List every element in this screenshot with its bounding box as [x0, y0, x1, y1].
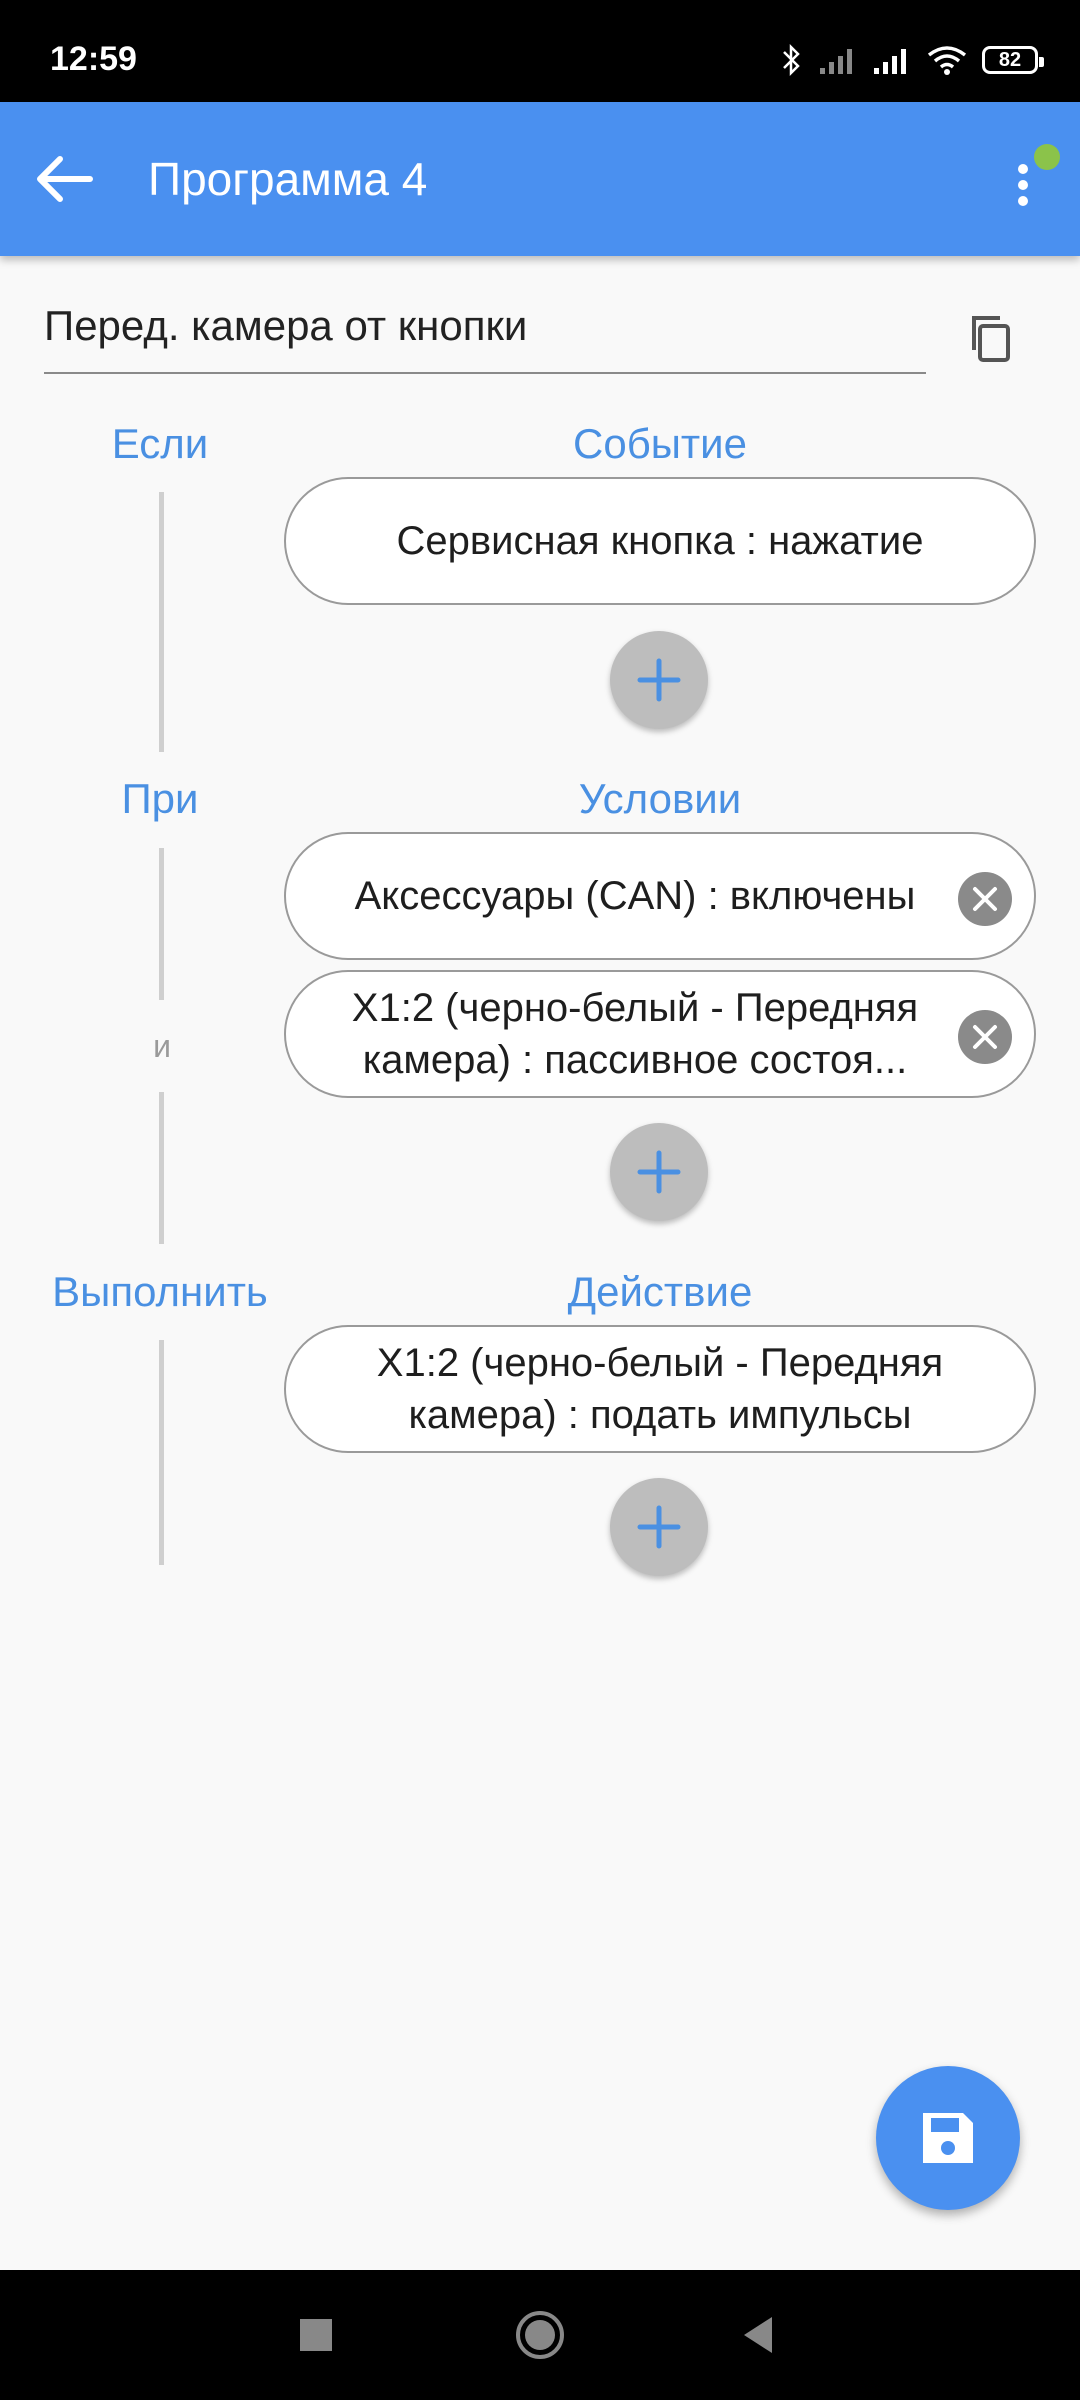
- if-divider: [159, 492, 164, 752]
- page-title: Программа 4: [148, 153, 428, 205]
- when-divider-top: [159, 848, 164, 1000]
- action-item-label: X1:2 (черно-белый - Передняя камера) : п…: [376, 1341, 944, 1437]
- save-icon: [923, 2113, 973, 2163]
- condition-item-label: Аксессуары (CAN) : включены: [354, 874, 916, 918]
- close-icon: [973, 1025, 997, 1049]
- event-item[interactable]: Сервисная кнопка : нажатие: [284, 477, 1036, 605]
- back-nav-button[interactable]: [730, 2305, 790, 2365]
- status-dot: [1034, 144, 1060, 170]
- add-condition-button[interactable]: [610, 1123, 708, 1221]
- program-name-input[interactable]: Перед. камера от кнопки: [44, 300, 926, 374]
- bluetooth-icon: [783, 43, 800, 77]
- save-button[interactable]: [876, 2066, 1020, 2210]
- remove-condition-button[interactable]: [958, 872, 1012, 926]
- remove-condition-button[interactable]: [958, 1010, 1012, 1064]
- plus-icon: [637, 1150, 681, 1194]
- navigation-bar: [0, 2270, 1080, 2400]
- wifi-icon: [927, 46, 967, 75]
- plus-icon: [637, 1505, 681, 1549]
- close-icon: [973, 887, 997, 911]
- action-label: Действие: [567, 1268, 753, 1315]
- app-bar: Программа 4: [0, 102, 1080, 256]
- plus-icon: [637, 658, 681, 702]
- arrow-back-icon: [37, 156, 93, 202]
- home-button[interactable]: [510, 2305, 570, 2365]
- do-divider: [159, 1340, 164, 1565]
- condition-item[interactable]: Аксессуары (CAN) : включены: [284, 832, 1036, 960]
- if-label: Если: [111, 420, 209, 467]
- event-label: Событие: [573, 420, 747, 467]
- status-icons: 82: [780, 40, 1044, 80]
- battery-icon: 82: [982, 46, 1044, 74]
- copy-button[interactable]: [964, 310, 1020, 366]
- square-icon: [300, 2319, 332, 2351]
- more-menu-button[interactable]: [990, 140, 1060, 220]
- signal-icon: [820, 49, 852, 74]
- battery-level: 82: [998, 48, 1022, 71]
- do-label: Выполнить: [52, 1268, 268, 1315]
- status-time: 12:59: [50, 40, 137, 78]
- and-label: и: [153, 1028, 171, 1064]
- triangle-back-icon: [744, 2317, 772, 2353]
- action-item[interactable]: X1:2 (черно-белый - Передняя камера) : п…: [284, 1325, 1036, 1453]
- condition-item-label: X1:2 (черно-белый - Передняя камера) : п…: [351, 986, 919, 1082]
- signal-icon: [874, 49, 906, 74]
- copy-icon: [972, 316, 1010, 362]
- status-bar: 12:59 82: [0, 0, 1080, 102]
- when-divider-bottom: [159, 1092, 164, 1244]
- condition-label: Условии: [578, 775, 742, 822]
- home-circle-icon: [516, 2311, 564, 2359]
- add-event-button[interactable]: [610, 631, 708, 729]
- when-label: При: [121, 775, 199, 822]
- add-action-button[interactable]: [610, 1478, 708, 1576]
- event-item-label: Сервисная кнопка : нажатие: [396, 519, 924, 563]
- condition-item[interactable]: X1:2 (черно-белый - Передняя камера) : п…: [284, 970, 1036, 1098]
- back-button[interactable]: [30, 144, 100, 214]
- recents-button[interactable]: [286, 2305, 346, 2365]
